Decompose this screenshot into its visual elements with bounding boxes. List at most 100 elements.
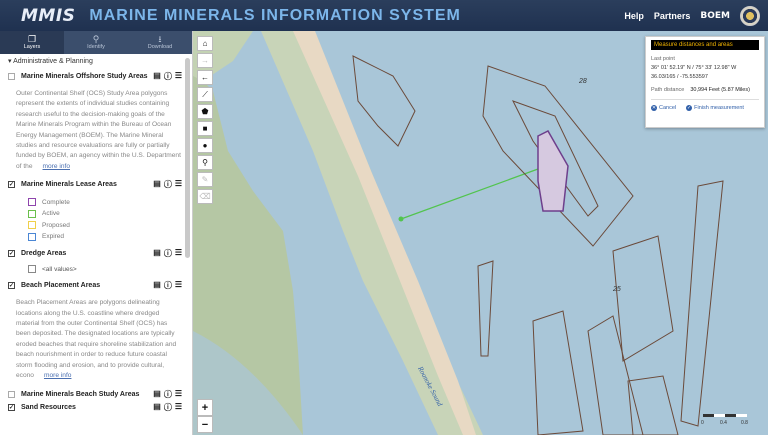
document-icon[interactable]: ▤ [153, 280, 161, 291]
delete-icon[interactable]: ⌫ [197, 189, 213, 204]
menu-icon[interactable]: ☰ [175, 179, 182, 190]
legend-swatch [28, 265, 36, 274]
document-icon[interactable]: ▤ [153, 71, 161, 82]
measure-point[interactable] [398, 216, 404, 222]
draw-point-icon[interactable]: ⚲ [197, 155, 213, 170]
layer-row-dredge-areas: ✓ Dredge Areas ▤ ⓘ ☰ [8, 247, 182, 260]
tab-identify-label: Identify [87, 44, 105, 50]
agency-seal-icon [740, 5, 760, 26]
layers-icon: ❐ [27, 34, 37, 44]
check-icon: ✓ [686, 105, 693, 111]
layer-name: Marine Minerals Offshore Study Areas [21, 73, 148, 80]
layer-checkbox[interactable]: ✓ [8, 403, 15, 411]
boem-logo[interactable]: BOEM [700, 11, 730, 21]
layer-name: Beach Placement Areas [21, 282, 101, 290]
header-nav: Help Partners BOEM [624, 0, 768, 31]
path-distance-label: Path distance [651, 87, 685, 93]
sidebar-scrollbar[interactable] [185, 58, 190, 258]
scale-label: 0 [701, 420, 704, 426]
forward-icon[interactable]: → [197, 53, 213, 68]
scale-label: 0.4 [720, 420, 727, 426]
legend-label: <all values> [42, 265, 77, 273]
download-icon: ⭳ [158, 34, 162, 44]
menu-icon[interactable]: ☰ [175, 389, 182, 400]
layer-checkbox[interactable] [8, 390, 15, 398]
layer-checkbox[interactable]: ✓ [8, 181, 15, 189]
menu-icon[interactable]: ☰ [175, 402, 182, 413]
more-info-link[interactable]: more info [44, 372, 72, 379]
scale-label: 0.8 [741, 420, 748, 426]
layers-sidebar: ❐ Layers ⚲ Identify ⭳ Download ▾ Adminis… [0, 31, 193, 435]
info-icon[interactable]: ⓘ [164, 179, 172, 190]
legend-label: Active [42, 210, 60, 217]
info-icon[interactable]: ⓘ [164, 280, 172, 291]
partners-link[interactable]: Partners [654, 11, 691, 21]
document-icon[interactable]: ▤ [153, 179, 161, 190]
layers-panel: ▾ Administrative & Planning Marine Miner… [0, 54, 192, 414]
tab-layers[interactable]: ❐ Layers [0, 31, 64, 54]
tab-download[interactable]: ⭳ Download [128, 31, 192, 54]
group-title: Administrative & Planning [13, 58, 93, 65]
layer-row-beach-placement-areas: ✓ Beach Placement Areas ▤ ⓘ ☰ [8, 279, 182, 292]
layer-name: Dredge Areas [21, 250, 67, 258]
dredge-legend: <all values> [28, 265, 182, 274]
draw-rectangle-icon[interactable]: ■ [197, 121, 213, 136]
info-icon[interactable]: ⓘ [164, 389, 172, 400]
layer-name: Sand Resources [21, 403, 76, 411]
layer-name: Marine Minerals Lease Areas [21, 181, 117, 189]
menu-icon[interactable]: ☰ [175, 280, 182, 291]
legend-swatch [28, 198, 36, 206]
draw-polygon-icon[interactable]: ⬟ [197, 104, 213, 119]
document-icon[interactable]: ▤ [153, 248, 161, 259]
legend-label: Expired [42, 233, 65, 240]
search-icon: ⚲ [92, 34, 100, 44]
menu-icon[interactable]: ☰ [175, 248, 182, 259]
last-point-dms: 36° 01' 52.19" N / 75° 33' 12.98" W [651, 65, 737, 71]
layer-checkbox[interactable] [8, 73, 15, 80]
info-icon[interactable]: ⓘ [164, 402, 172, 413]
legend-swatch [28, 209, 36, 218]
finish-label: Finish measurement [694, 105, 744, 111]
cancel-label: Cancel [659, 105, 677, 111]
back-icon[interactable]: ← [197, 70, 213, 85]
lease-legend: Complete Active Proposed Expired [28, 196, 182, 242]
info-icon[interactable]: ⓘ [164, 71, 172, 82]
layer-checkbox[interactable]: ✓ [8, 250, 15, 258]
layer-row-lease-areas: ✓ Marine Minerals Lease Areas ▤ ⓘ ☰ [8, 178, 182, 191]
legend-item: Proposed [28, 219, 182, 231]
legend-label: Complete [42, 198, 70, 206]
scale-bar-segment [736, 414, 747, 417]
layer-name: Marine Minerals Beach Study Areas [21, 390, 140, 398]
info-icon[interactable]: ⓘ [164, 248, 172, 259]
layer-checkbox[interactable]: ✓ [8, 282, 15, 290]
app-title: MARINE MINERALS INFORMATION SYSTEM [89, 6, 461, 24]
more-info-link[interactable]: more info [43, 163, 71, 170]
legend-swatch [28, 232, 36, 241]
draw-line-icon[interactable]: ⟋ [197, 87, 213, 102]
group-header[interactable]: ▾ Administrative & Planning [8, 57, 182, 65]
home-icon[interactable]: ⌂ [197, 36, 213, 51]
legend-item: Complete [28, 196, 182, 208]
path-distance: Path distance 30,994 Feet (5.87 Miles) [651, 87, 759, 93]
app-logo[interactable]: MMIS [21, 6, 75, 26]
document-icon[interactable]: ▤ [153, 402, 161, 413]
last-point-decimal: 36.03/165 / -75.553597 [651, 74, 708, 80]
measure-title: Measure distances and areas [651, 40, 759, 50]
zoom-in-button[interactable]: + [197, 399, 213, 416]
draw-circle-icon[interactable]: ● [197, 138, 213, 153]
layer-row-offshore-study-areas: Marine Minerals Offshore Study Areas ▤ ⓘ ☰ [8, 70, 182, 83]
sidebar-tabs: ❐ Layers ⚲ Identify ⭳ Download [0, 31, 192, 54]
help-link[interactable]: Help [624, 11, 644, 21]
tab-identify[interactable]: ⚲ Identify [64, 31, 128, 54]
document-icon[interactable]: ▤ [153, 389, 161, 400]
menu-icon[interactable]: ☰ [175, 71, 182, 82]
finish-measurement-button[interactable]: ✓ Finish measurement [686, 105, 744, 111]
zoom-control: + − [197, 399, 214, 433]
cancel-button[interactable]: ✕ Cancel [651, 105, 676, 111]
last-point-label: Last point [651, 56, 675, 62]
legend-swatch [28, 221, 36, 229]
layer-description-text: Beach Placement Areas are polygons delin… [16, 299, 177, 380]
zoom-out-button[interactable]: − [197, 416, 213, 433]
edit-icon[interactable]: ✎ [197, 172, 213, 187]
layer-description: Beach Placement Areas are polygons delin… [16, 298, 182, 381]
